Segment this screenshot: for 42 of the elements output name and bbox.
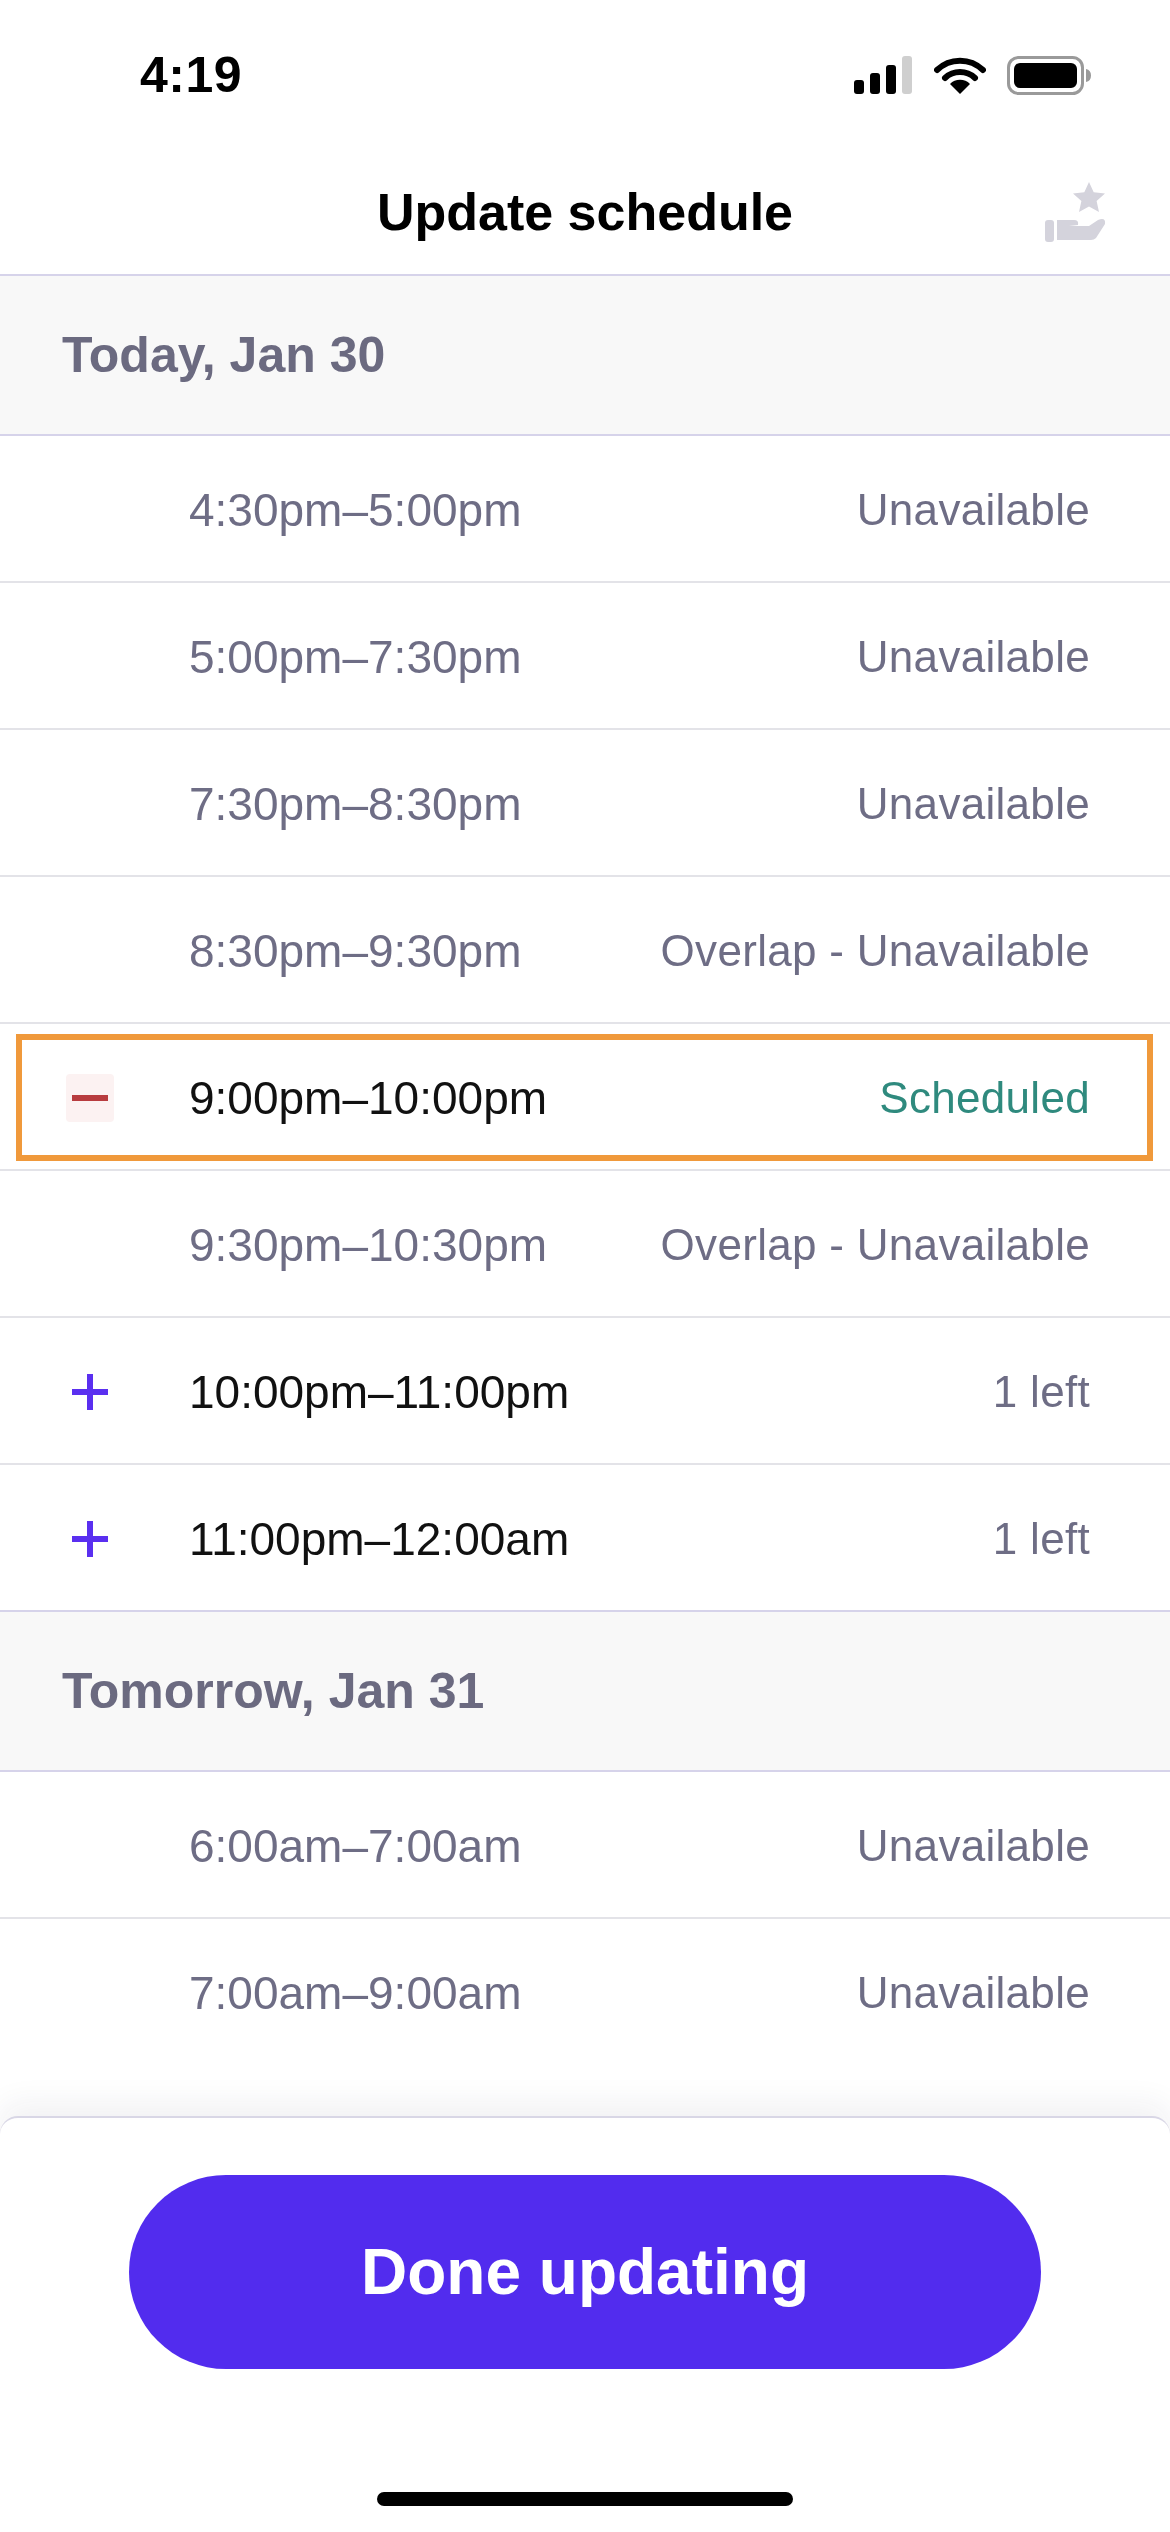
wifi-icon bbox=[934, 56, 986, 94]
time-slot-row[interactable]: 11:00pm–12:00am 1 left bbox=[16, 1475, 1153, 1602]
slot-time: 11:00pm–12:00am bbox=[189, 1511, 570, 1566]
slot-status: Scheduled bbox=[879, 1072, 1090, 1123]
section-title: Tomorrow, Jan 31 bbox=[62, 1662, 485, 1720]
time-slot-row[interactable]: 8:30pm–9:30pm Overlap - Unavailable bbox=[16, 887, 1153, 1014]
time-slot-row[interactable]: 7:00am–9:00am Unavailable bbox=[16, 1929, 1153, 2056]
signal-icon bbox=[854, 56, 913, 94]
slot-time: 10:00pm–11:00pm bbox=[189, 1364, 570, 1419]
slot-time: 6:00am–7:00am bbox=[189, 1818, 522, 1873]
plus-icon[interactable] bbox=[72, 1373, 108, 1410]
time-slot-row[interactable]: 10:00pm–11:00pm 1 left bbox=[16, 1328, 1153, 1455]
status-time: 4:19 bbox=[140, 46, 243, 104]
time-slot-row[interactable]: 9:30pm–10:30pm Overlap - Unavailable bbox=[16, 1181, 1153, 1308]
slot-time: 5:00pm–7:30pm bbox=[189, 629, 522, 684]
time-slot-row[interactable]: 9:00pm–10:00pm Scheduled bbox=[16, 1034, 1153, 1161]
hand-star-icon[interactable] bbox=[1045, 182, 1107, 242]
slot-time: 9:00pm–10:00pm bbox=[189, 1070, 548, 1125]
slot-time: 9:30pm–10:30pm bbox=[189, 1217, 548, 1272]
time-slot-row[interactable]: 5:00pm–7:30pm Unavailable bbox=[16, 593, 1153, 720]
slot-status: 1 left bbox=[992, 1513, 1090, 1564]
section-title: Today, Jan 30 bbox=[62, 326, 386, 384]
slot-status: Unavailable bbox=[856, 778, 1090, 829]
screen-title: Update schedule bbox=[376, 182, 794, 242]
slot-status: Overlap - Unavailable bbox=[660, 925, 1090, 976]
slot-status: Unavailable bbox=[856, 1967, 1090, 2018]
slot-status: Unavailable bbox=[856, 484, 1090, 535]
time-slot-row[interactable]: 4:30pm–5:00pm Unavailable bbox=[16, 446, 1153, 573]
time-slot-row[interactable]: 6:00am–7:00am Unavailable bbox=[16, 1782, 1153, 1909]
time-slot-row[interactable]: 7:30pm–8:30pm Unavailable bbox=[16, 740, 1153, 867]
slot-status: Unavailable bbox=[856, 631, 1090, 682]
minus-icon[interactable] bbox=[66, 1073, 114, 1122]
slot-time: 8:30pm–9:30pm bbox=[189, 923, 522, 978]
slot-status: 1 left bbox=[992, 1366, 1090, 1417]
slot-status: Overlap - Unavailable bbox=[660, 1219, 1090, 1270]
slot-time: 7:00am–9:00am bbox=[189, 1965, 522, 2020]
slot-status: Unavailable bbox=[856, 1820, 1090, 1871]
slot-time: 4:30pm–5:00pm bbox=[189, 482, 522, 537]
done-updating-button[interactable]: Done updating bbox=[129, 2175, 1041, 2369]
slot-time: 7:30pm–8:30pm bbox=[189, 776, 522, 831]
plus-icon[interactable] bbox=[72, 1520, 108, 1557]
battery-icon bbox=[1007, 55, 1091, 95]
